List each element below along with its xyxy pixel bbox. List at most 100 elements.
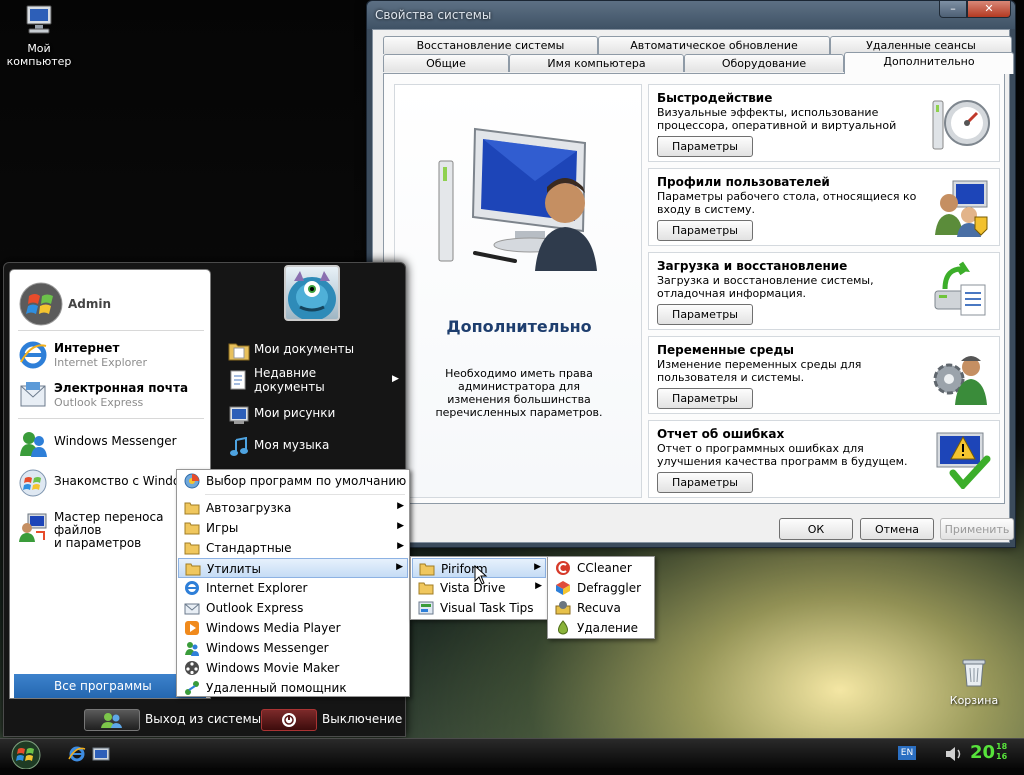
desktop-icon-recycle-bin[interactable]: Корзина [934,656,1014,707]
performance-settings-button[interactable]: Параметры [657,136,753,157]
defraggler-icon [555,580,571,599]
menu-item-accessories[interactable]: Стандартные ▶ [178,538,408,558]
menu-item-outlook-express[interactable]: Outlook Express [178,598,408,618]
media-player-icon [184,620,200,639]
user-avatar[interactable] [284,265,340,321]
menu-item-label: Defraggler [577,581,642,595]
menu-item-uninstall[interactable]: Удаление [549,618,653,638]
internet-explorer-icon [184,580,200,599]
menu-item-internet-explorer[interactable]: Internet Explorer [178,578,408,598]
menu-item-ccleaner[interactable]: CCleaner [549,558,653,578]
menu-item-windows-messenger[interactable]: Windows Messenger [178,638,408,658]
user-picture-icon[interactable] [19,282,63,329]
windows-tour-icon [18,468,48,501]
tab-advanced[interactable]: Дополнительно [844,52,1014,74]
minimize-button[interactable]: – [939,1,967,18]
section-environment-variables: Переменные среды Изменение переменных ср… [648,336,1000,414]
piriform-menu: CCleaner Defraggler Recuva Удаление [547,556,655,639]
tab-hardware[interactable]: Оборудование [684,54,844,72]
shutdown-label: Выключение [322,712,403,726]
admin-rights-note: Необходимо иметь права администратора дл… [435,367,603,419]
menu-item-label: Visual Task Tips [440,601,534,615]
advanced-info-panel: Дополнительно Необходимо иметь права адм… [394,84,642,498]
menu-item-default-programs[interactable]: Выбор программ по умолчанию [178,471,408,491]
power-icon [282,713,296,727]
section-title: Переменные среды [657,343,794,357]
menu-item-remote-assistance[interactable]: Удаленный помощник [178,678,408,698]
recuva-icon [555,600,571,619]
arrow-right-icon: ▶ [534,562,541,572]
quicklaunch-internet-explorer[interactable] [68,745,86,766]
tab-general[interactable]: Общие [383,54,509,72]
menu-item-startup[interactable]: Автозагрузка ▶ [178,498,408,518]
clock-hours[interactable]: 20 [970,742,995,763]
close-button[interactable]: ✕ [967,1,1011,18]
menu-item-defraggler[interactable]: Defraggler [549,578,653,598]
internet-explorer-icon [18,340,48,373]
quicklaunch-show-desktop[interactable] [92,745,110,766]
windows-logo-icon [11,740,41,770]
window-title: Свойства системы [367,1,1015,29]
menu-item-label: Outlook Express [206,601,304,615]
folder-icon [418,580,434,599]
tab-computer-name[interactable]: Имя компьютера [509,54,684,72]
right-item-label: Мои рисунки [254,406,336,420]
pinned-title: Интернет [54,341,120,355]
pinned-internet[interactable]: Интернет Internet Explorer [16,338,208,372]
arrow-right-icon: ▶ [397,501,404,511]
tab-system-restore[interactable]: Восстановление системы [383,36,598,54]
messenger-icon [18,428,48,461]
environment-variables-button[interactable]: Параметры [657,388,753,409]
advanced-tab-page: Дополнительно Необходимо иметь права адм… [383,73,1005,504]
tab-automatic-updates[interactable]: Автоматическое обновление [598,36,830,54]
divider [18,330,204,331]
recycle-bin-icon [934,656,1014,691]
movie-maker-icon [184,660,200,679]
section-user-profiles: Профили пользователей Параметры рабочего… [648,168,1000,246]
section-performance: Быстродействие Визуальные эффекты, испол… [648,84,1000,162]
messenger-icon [184,640,200,659]
start-button[interactable] [6,739,48,775]
all-programs-menu: Выбор программ по умолчанию Автозагрузка… [176,469,410,697]
recent-windows-messenger[interactable]: Windows Messenger [16,426,208,460]
ok-button[interactable]: ОК [779,518,853,540]
section-description: Параметры рабочего стола, относящиеся ко… [657,190,917,216]
startup-recovery-settings-button[interactable]: Параметры [657,304,753,325]
volume-icon[interactable] [944,745,964,766]
clock-minutes[interactable]: 18 16 [996,742,1007,762]
divider [205,494,405,495]
menu-item-media-player[interactable]: Windows Media Player [178,618,408,638]
clock-minutes-bottom: 16 [996,752,1008,761]
advanced-heading: Дополнительно [446,317,592,336]
pinned-email[interactable]: Электронная почта Outlook Express [16,378,208,412]
menu-item-visual-task-tips[interactable]: Visual Task Tips [412,598,546,618]
clock-minutes-top: 18 [996,742,1008,751]
logoff-label: Выход из системы [145,712,262,726]
logoff-users-icon [101,713,122,728]
apply-button[interactable]: Применить [940,518,1014,540]
arrow-right-icon: ▶ [535,581,542,591]
menu-item-label: Утилиты [207,562,262,576]
system-properties-window: Свойства системы – ✕ Восстановление сист… [366,0,1016,548]
taskbar: EN 20 18 16 [0,738,1024,768]
logoff-button[interactable] [84,709,140,731]
desktop-icon-my-computer[interactable]: Мой компьютер [0,4,79,68]
mouse-cursor-icon [474,564,488,588]
menu-item-recuva[interactable]: Recuva [549,598,653,618]
menu-item-games[interactable]: Игры ▶ [178,518,408,538]
user-profiles-icon [931,177,991,240]
menu-item-movie-maker[interactable]: Windows Movie Maker [178,658,408,678]
pictures-icon [228,405,250,428]
uninstall-icon [555,620,571,639]
desktop-icon-label: Мой компьютер [6,42,72,68]
section-description: Загрузка и восстановление системы, отлад… [657,274,874,300]
user-profiles-settings-button[interactable]: Параметры [657,220,753,241]
error-reporting-button[interactable]: Параметры [657,472,753,493]
pinned-subtitle: Internet Explorer [54,356,147,369]
folder-icon [184,540,200,559]
recent-title: Знакомство с Windows [54,474,197,488]
language-indicator[interactable]: EN [898,746,916,760]
cancel-button[interactable]: Отмена [860,518,934,540]
shutdown-button[interactable] [261,709,317,731]
menu-item-utilities[interactable]: Утилиты ▶ [178,558,408,578]
